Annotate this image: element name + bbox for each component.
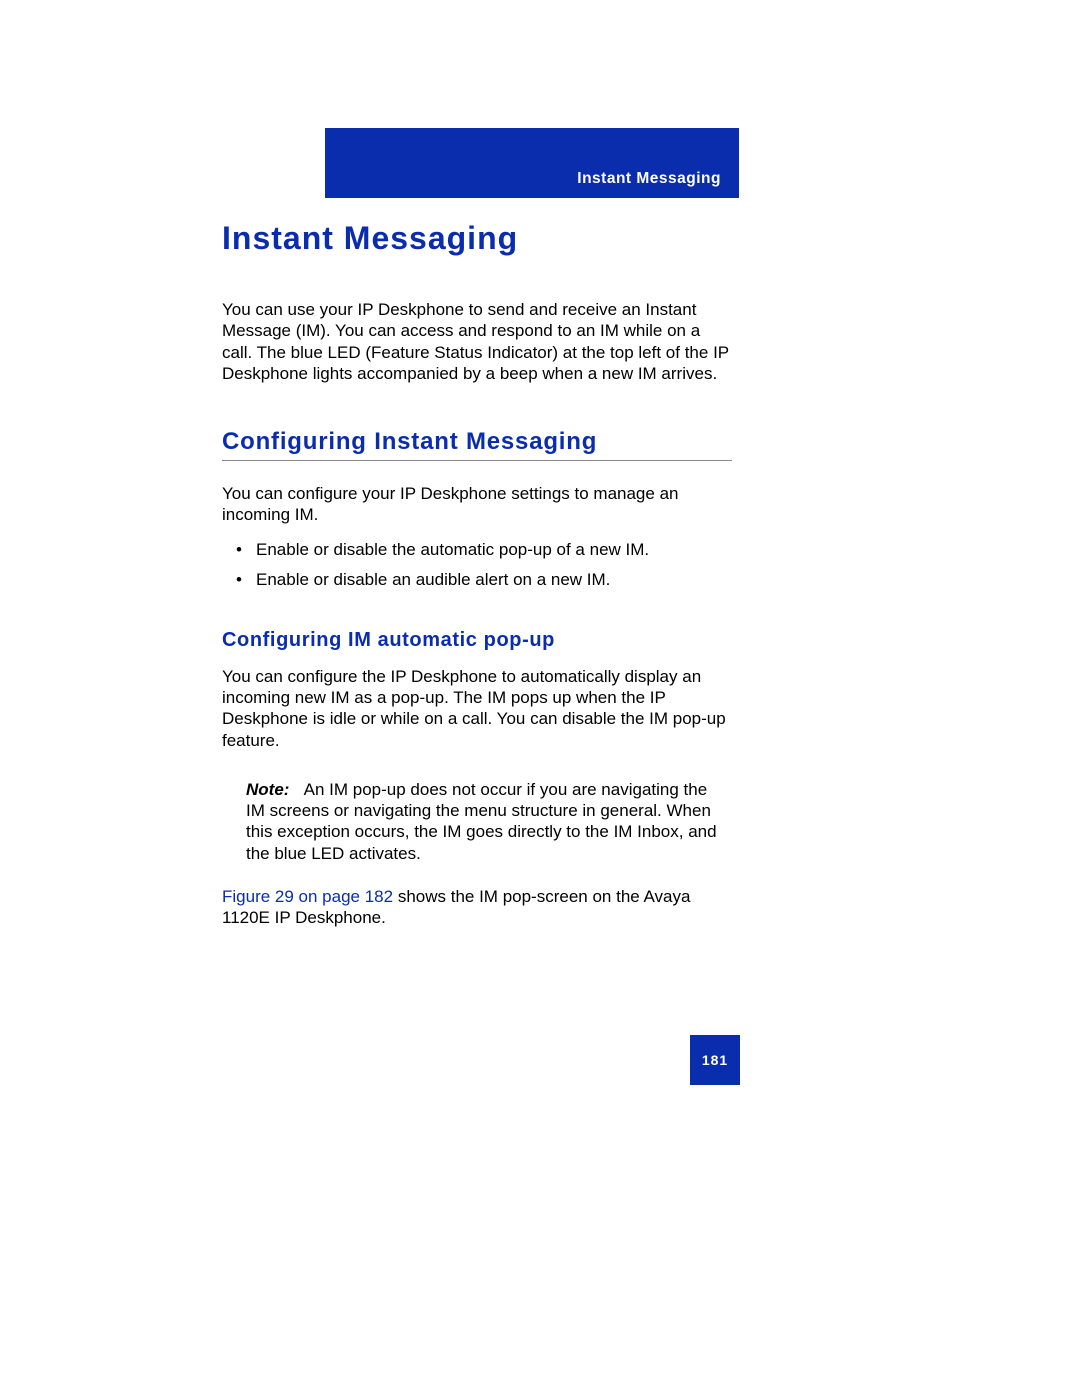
subsection-heading-auto-popup: Configuring IM automatic pop-up [222, 629, 732, 652]
page-content: Instant Messaging You can use your IP De… [222, 220, 732, 928]
reference-paragraph: Figure 29 on page 182 shows the IM pop-s… [222, 886, 732, 929]
figure-reference-link[interactable]: Figure 29 on page 182 [222, 887, 393, 906]
bullet-text: Enable or disable an audible alert on a … [256, 570, 610, 589]
intro-paragraph: You can use your IP Deskphone to send an… [222, 299, 732, 384]
note-body [294, 780, 303, 799]
note-text: An IM pop-up does not occur if you are n… [246, 780, 717, 863]
bullet-item: • Enable or disable the automatic pop-up… [222, 538, 732, 563]
header-section-label: Instant Messaging [577, 170, 721, 188]
bullet-icon: • [236, 538, 242, 563]
section-heading-configuring-im: Configuring Instant Messaging [222, 428, 732, 461]
bullet-text: Enable or disable the automatic pop-up o… [256, 540, 649, 559]
page-number: 181 [702, 1052, 728, 1068]
section1-paragraph: You can configure your IP Deskphone sett… [222, 483, 732, 526]
bullet-icon: • [236, 568, 242, 593]
bullet-list: • Enable or disable the automatic pop-up… [222, 538, 732, 593]
note-label: Note: [246, 780, 289, 799]
section2-paragraph: You can configure the IP Deskphone to au… [222, 666, 732, 751]
page-title: Instant Messaging [222, 220, 732, 257]
bullet-item: • Enable or disable an audible alert on … [222, 568, 732, 593]
header-bar: Instant Messaging [325, 128, 739, 198]
page-number-box: 181 [690, 1035, 740, 1085]
note-block: Note: An IM pop-up does not occur if you… [246, 779, 728, 864]
